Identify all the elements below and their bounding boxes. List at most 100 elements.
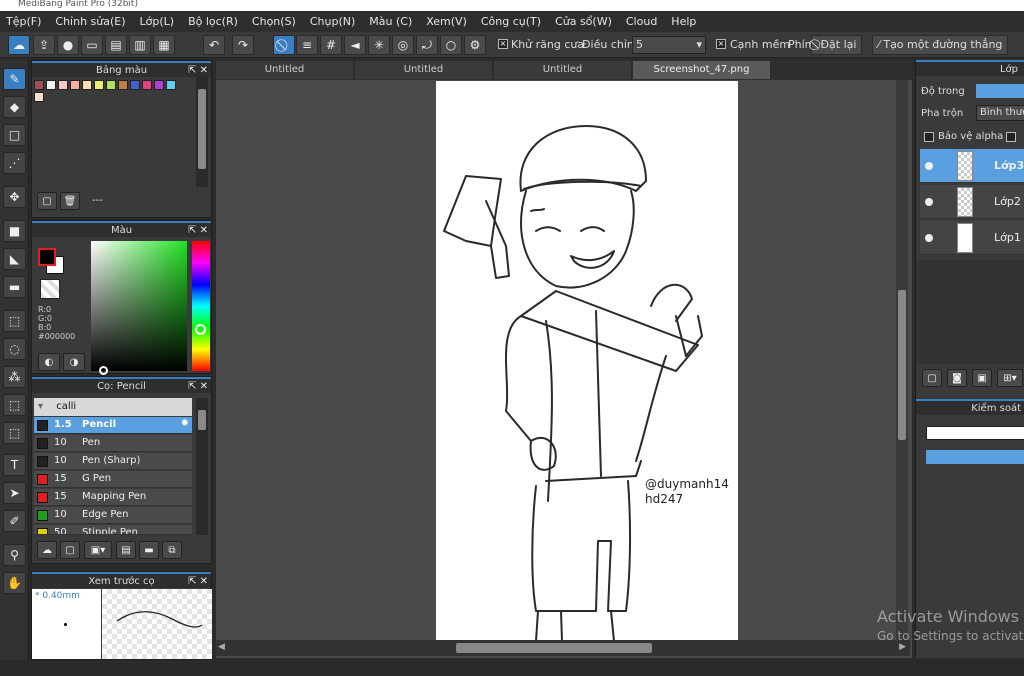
new-8bit-layer-icon[interactable]: ▣: [972, 369, 992, 387]
menu-view[interactable]: Xem(V): [426, 15, 467, 28]
menu-snap[interactable]: Chụp(N): [310, 15, 355, 28]
brush-tool-icon[interactable]: ✎: [3, 68, 26, 90]
tab-document[interactable]: Untitled: [216, 61, 354, 79]
hue-slider-handle[interactable]: [195, 324, 206, 335]
rectangle-tool-icon[interactable]: □: [3, 124, 26, 146]
share-icon[interactable]: ⇪: [33, 35, 55, 55]
layout-icon[interactable]: ▦: [153, 35, 175, 55]
layer-row[interactable]: Lớp1: [920, 221, 1024, 255]
eyedropper-tool-icon[interactable]: ⚲: [3, 544, 26, 566]
menu-help[interactable]: Help: [671, 15, 696, 28]
magic-wand-tool-icon[interactable]: ⁂: [3, 366, 26, 388]
canvas-horizontal-scrollbar[interactable]: ◀ ▶: [216, 640, 910, 656]
parallel-snap-icon[interactable]: ≡: [296, 35, 318, 55]
color-mix-icon[interactable]: ◑: [63, 353, 85, 371]
palette-scrollbar[interactable]: [196, 77, 208, 187]
brush-group-header[interactable]: ▾ calli: [34, 398, 192, 416]
menu-edit[interactable]: Chỉnh sửa(E): [55, 15, 125, 28]
settings-icon[interactable]: ⚙: [464, 35, 486, 55]
foreground-color-swatch[interactable]: [38, 248, 56, 266]
color-wheel-icon[interactable]: ◐: [38, 353, 60, 371]
select-rect-tool-icon[interactable]: ⬚: [3, 310, 26, 332]
hand-tool-icon[interactable]: ✋: [3, 572, 26, 594]
adjust-select[interactable]: 5 ▾: [632, 36, 706, 54]
palette-swatch[interactable]: [34, 92, 44, 102]
comment-icon[interactable]: ●: [57, 35, 79, 55]
eye-icon[interactable]: [925, 162, 933, 170]
close-icon[interactable]: ⇱ ✕: [188, 379, 208, 395]
operation-tool-icon[interactable]: ➤: [3, 482, 26, 504]
menu-select[interactable]: Chọn(S): [252, 15, 296, 28]
panel-icon[interactable]: ▥: [129, 35, 151, 55]
duplicate-icon[interactable]: ⧉: [162, 541, 182, 559]
tab-document-active[interactable]: Screenshot_47.png: [633, 61, 771, 79]
palette-swatch[interactable]: [34, 80, 44, 90]
eye-icon[interactable]: [925, 198, 933, 206]
new-layer-icon[interactable]: ▢: [922, 369, 942, 387]
menu-layer[interactable]: Lớp(L): [140, 15, 175, 28]
layer-row[interactable]: Lớp2: [920, 185, 1024, 219]
brush-item[interactable]: 15 Mapping Pen: [34, 489, 192, 506]
canvas-vertical-scrollbar[interactable]: [896, 80, 908, 640]
hue-slider[interactable]: [192, 241, 210, 371]
brush-item[interactable]: 15 G Pen: [34, 471, 192, 488]
speech-icon[interactable]: ▭: [81, 35, 103, 55]
brush-item[interactable]: 10 Edge Pen: [34, 507, 192, 524]
brush-item[interactable]: 10 Pen (Sharp): [34, 453, 192, 470]
bucket-tool-icon[interactable]: ◣: [3, 248, 26, 270]
menu-color[interactable]: Màu (C): [369, 15, 412, 28]
gradient-tool-icon[interactable]: ▬: [3, 276, 26, 298]
palette-swatch[interactable]: [154, 80, 164, 90]
palette-swatch[interactable]: [82, 80, 92, 90]
palette-swatch[interactable]: [46, 80, 56, 90]
redo-icon[interactable]: ↷: [232, 35, 254, 55]
sv-picker-handle[interactable]: [99, 366, 108, 375]
new-halftone-layer-icon[interactable]: ◙: [947, 369, 967, 387]
scroll-right-icon[interactable]: ▶: [899, 642, 906, 652]
palette-swatch[interactable]: [166, 80, 176, 90]
brush-item[interactable]: 10 Pen: [34, 435, 192, 452]
brush-scroll-thumb[interactable]: [198, 410, 206, 430]
text-tool-icon[interactable]: T: [3, 454, 26, 476]
tab-document[interactable]: Untitled: [355, 61, 493, 79]
clipping-checkbox[interactable]: [1006, 132, 1016, 142]
concentric-snap-icon[interactable]: ◎: [392, 35, 414, 55]
add-layer-menu-icon[interactable]: ⊞▾: [997, 369, 1023, 387]
radial-snap-icon[interactable]: ✳: [368, 35, 390, 55]
control-color-bar[interactable]: [926, 426, 1024, 440]
brush-item[interactable]: 1.5 Pencil ✹: [34, 417, 192, 434]
opacity-slider[interactable]: [976, 84, 1024, 98]
palette-scroll-thumb[interactable]: [198, 89, 206, 169]
brush-scrollbar[interactable]: [196, 398, 208, 535]
new-palette-icon[interactable]: ▢: [37, 192, 57, 210]
palette-swatch[interactable]: [130, 80, 140, 90]
straight-line-button[interactable]: ⁄ Tạo một đường thẳng: [872, 35, 1009, 55]
folder-icon[interactable]: ▬: [139, 541, 159, 559]
canvas-vertical-thumb[interactable]: [898, 290, 906, 440]
transparent-color-swatch[interactable]: [40, 279, 60, 299]
undo-icon[interactable]: ↶: [203, 35, 225, 55]
smooth-checkbox[interactable]: ×: [716, 39, 726, 49]
perspective-snap-icon[interactable]: ◄: [344, 35, 366, 55]
brush-item[interactable]: 50 Stipple Pen: [34, 525, 192, 535]
reset-button[interactable]: ⃠ Đặt lại: [811, 35, 863, 55]
protect-alpha-checkbox[interactable]: [924, 132, 934, 142]
grid-snap-icon[interactable]: #: [320, 35, 342, 55]
blend-mode-select[interactable]: Bình thường: [976, 105, 1024, 121]
eye-icon[interactable]: [925, 234, 933, 242]
brush-settings-icon[interactable]: ▤: [116, 541, 136, 559]
cloud-download-icon[interactable]: ☁: [37, 541, 57, 559]
menu-cloud[interactable]: Cloud: [626, 15, 657, 28]
eraser-tool-icon[interactable]: ◆: [3, 96, 26, 118]
palette-swatch[interactable]: [58, 80, 68, 90]
menu-filter[interactable]: Bộ lọc(R): [188, 15, 238, 28]
select-pen-tool-icon[interactable]: ⬚: [3, 394, 26, 416]
drawing-canvas[interactable]: @duymanh14 hd247: [436, 81, 738, 641]
divide-tool-icon[interactable]: ✐: [3, 510, 26, 532]
control-slider[interactable]: [926, 450, 1024, 464]
canvas-horizontal-thumb[interactable]: [456, 643, 652, 653]
cloud-icon[interactable]: ☁: [8, 35, 30, 55]
layer-row[interactable]: Lớp3: [920, 149, 1024, 183]
fill-rect-tool-icon[interactable]: ■: [3, 220, 26, 242]
menu-file[interactable]: Tệp(F): [6, 15, 41, 28]
